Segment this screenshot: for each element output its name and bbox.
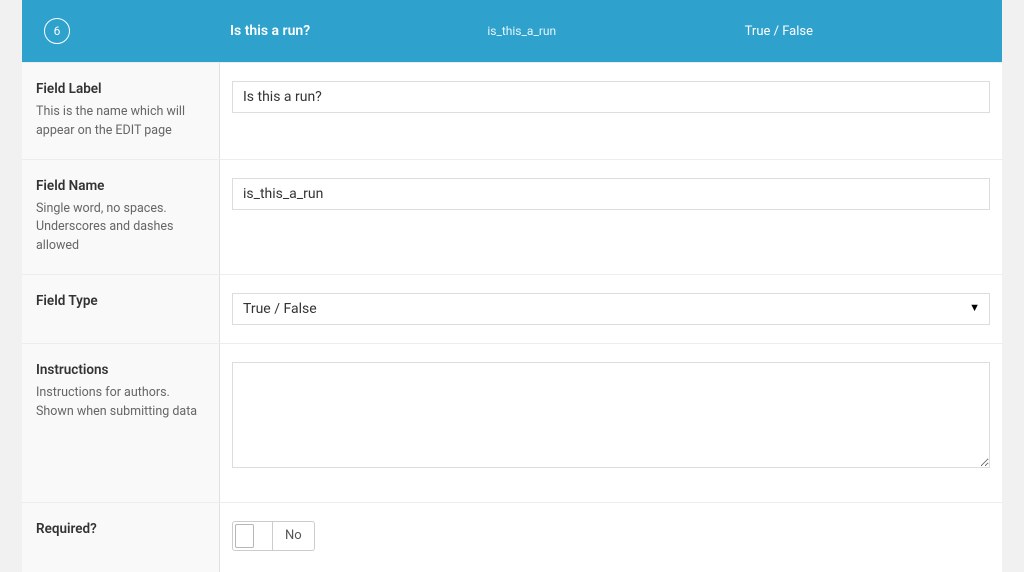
label-col-required: Required? — [22, 503, 220, 572]
header-field-name: is_this_a_run — [487, 24, 744, 38]
field-order-cell: 6 — [22, 18, 220, 44]
field-editor-panel: 6 Is this a run? is_this_a_run True / Fa… — [22, 0, 1002, 572]
header-field-label: Is this a run? — [220, 23, 487, 39]
row-field-label: Field Label This is the name which will … — [22, 62, 1002, 159]
row-field-type: Field Type True / False ▼ — [22, 274, 1002, 343]
field-order-number: 6 — [44, 18, 70, 44]
title-instructions: Instructions — [36, 362, 205, 378]
row-required: Required? No — [22, 502, 1002, 572]
input-col-required: No — [220, 503, 1002, 572]
toggle-knob — [235, 524, 254, 548]
field-header-row[interactable]: 6 Is this a run? is_this_a_run True / Fa… — [22, 0, 1002, 62]
desc-field-label: This is the name which will appear on th… — [36, 103, 205, 141]
title-field-type: Field Type — [36, 293, 205, 309]
label-col-instructions: Instructions Instructions for authors. S… — [22, 344, 220, 502]
label-col-field-name: Field Name Single word, no spaces. Under… — [22, 160, 220, 274]
required-toggle[interactable]: No — [232, 521, 315, 551]
input-col-instructions — [220, 344, 1002, 502]
desc-instructions: Instructions for authors. Shown when sub… — [36, 384, 205, 422]
input-col-field-type: True / False ▼ — [220, 275, 1002, 343]
desc-field-name: Single word, no spaces. Underscores and … — [36, 200, 205, 256]
title-field-name: Field Name — [36, 178, 205, 194]
input-field-name[interactable] — [232, 178, 990, 210]
input-col-field-label — [220, 63, 1002, 159]
toggle-track — [233, 522, 273, 550]
row-instructions: Instructions Instructions for authors. S… — [22, 343, 1002, 502]
label-col-field-label: Field Label This is the name which will … — [22, 63, 220, 159]
select-field-type[interactable]: True / False — [232, 293, 990, 325]
header-field-type: True / False — [745, 24, 1002, 39]
select-wrap-field-type: True / False ▼ — [232, 293, 990, 325]
title-required: Required? — [36, 521, 205, 537]
textarea-instructions[interactable] — [232, 362, 990, 468]
title-field-label: Field Label — [36, 81, 205, 97]
label-col-field-type: Field Type — [22, 275, 220, 343]
input-col-field-name — [220, 160, 1002, 274]
input-field-label[interactable] — [232, 81, 990, 113]
row-field-name: Field Name Single word, no spaces. Under… — [22, 159, 1002, 274]
toggle-label: No — [273, 528, 314, 543]
